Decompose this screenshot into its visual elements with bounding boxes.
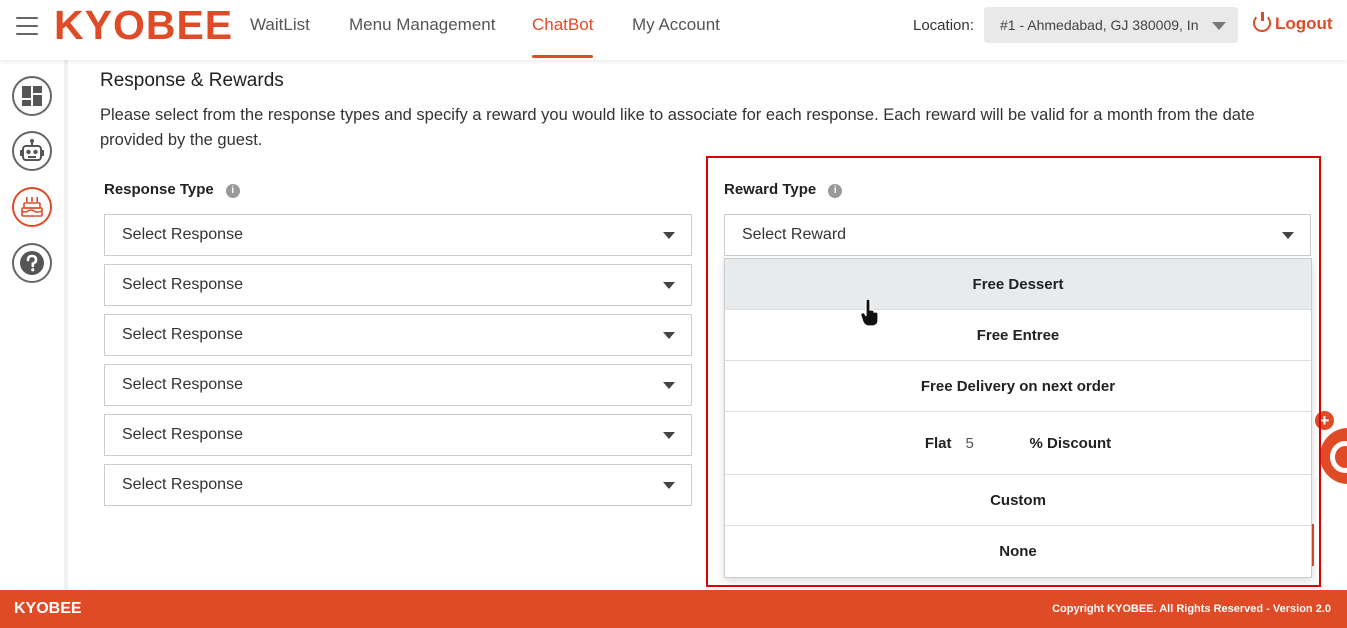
plus-icon[interactable]: + bbox=[1315, 411, 1334, 430]
location-value: #1 - Ahmedabad, GJ 380009, In bbox=[1000, 17, 1199, 33]
caret-down-icon bbox=[663, 332, 675, 339]
footer-copyright: Copyright KYOBEE. All Rights Reserved - … bbox=[1052, 603, 1331, 615]
caret-down-icon bbox=[663, 482, 675, 489]
chevron-down-icon bbox=[1212, 22, 1226, 30]
sidebar bbox=[0, 60, 68, 590]
reward-option-none[interactable]: None bbox=[725, 526, 1311, 577]
sidebar-item-dashboard[interactable] bbox=[12, 76, 52, 116]
reward-type-label: Reward Type bbox=[724, 181, 817, 198]
nav-label: WaitList bbox=[250, 15, 310, 34]
reward-select[interactable]: Select Reward bbox=[724, 214, 1311, 256]
hamburger-menu-icon[interactable] bbox=[16, 17, 38, 35]
logout-label: Logout bbox=[1275, 14, 1333, 33]
help-icon bbox=[20, 251, 44, 275]
footer: KYOBEE Copyright KYOBEE. All Rights Rese… bbox=[0, 590, 1347, 628]
nav-chatbot[interactable]: ChatBot bbox=[522, 0, 603, 60]
reward-option-flat-discount[interactable]: Flat 5% Discount bbox=[725, 412, 1311, 475]
location-label: Location: bbox=[913, 17, 974, 34]
reward-option-free-delivery[interactable]: Free Delivery on next order bbox=[725, 361, 1311, 412]
response-select-5[interactable]: Select Response bbox=[104, 414, 692, 456]
nav-label: Menu Management bbox=[349, 15, 496, 34]
select-value: Select Response bbox=[122, 476, 243, 493]
sidebar-item-chatbot[interactable] bbox=[12, 131, 52, 171]
select-value: Select Response bbox=[122, 426, 243, 443]
page-description: Please select from the response types an… bbox=[100, 106, 1255, 149]
caret-down-icon bbox=[663, 432, 675, 439]
info-icon[interactable]: i bbox=[828, 184, 843, 198]
caret-down-icon bbox=[663, 282, 675, 289]
reward-option-custom[interactable]: Custom bbox=[725, 475, 1311, 526]
brand-logo[interactable]: KYOBEE bbox=[54, 2, 233, 49]
caret-down-icon bbox=[1282, 232, 1294, 239]
select-value: Select Response bbox=[122, 376, 243, 393]
power-icon bbox=[1253, 11, 1271, 32]
nav-label: My Account bbox=[632, 15, 720, 34]
caret-down-icon bbox=[663, 382, 675, 389]
caret-down-icon bbox=[663, 232, 675, 239]
select-value: Select Response bbox=[122, 226, 243, 243]
hand-cursor-icon bbox=[860, 299, 879, 327]
info-icon[interactable]: i bbox=[225, 184, 240, 198]
chat-bubble-icon[interactable] bbox=[1320, 428, 1347, 484]
logout-button[interactable]: Logout bbox=[1253, 11, 1333, 34]
top-bar: KYOBEE WaitList Menu Management ChatBot … bbox=[0, 0, 1347, 60]
flat-prefix: Flat bbox=[924, 435, 952, 452]
response-select-2[interactable]: Select Response bbox=[104, 264, 692, 306]
flat-suffix: % Discount bbox=[1029, 435, 1112, 452]
active-tab-underline bbox=[532, 55, 594, 58]
nav-menu-management[interactable]: Menu Management bbox=[339, 0, 505, 60]
response-type-heading: Response Type i bbox=[104, 181, 240, 198]
nav-my-account[interactable]: My Account bbox=[622, 0, 730, 60]
dashboard-icon bbox=[22, 86, 42, 106]
select-value: Select Response bbox=[122, 326, 243, 343]
reward-type-heading: Reward Type i bbox=[724, 181, 843, 198]
robot-icon bbox=[20, 139, 44, 161]
sidebar-item-rewards[interactable] bbox=[12, 187, 52, 227]
footer-brand: KYOBEE bbox=[14, 600, 82, 617]
location-select[interactable]: #1 - Ahmedabad, GJ 380009, In bbox=[984, 7, 1238, 43]
select-value: Select Reward bbox=[742, 226, 847, 243]
select-value: Select Response bbox=[122, 276, 243, 293]
page-title: Response & Rewards bbox=[100, 70, 284, 91]
response-select-6[interactable]: Select Response bbox=[104, 464, 692, 506]
reward-dropdown-menu: Free Dessert Free Entree Free Delivery o… bbox=[724, 258, 1312, 578]
nav-label: ChatBot bbox=[532, 15, 594, 34]
response-select-3[interactable]: Select Response bbox=[104, 314, 692, 356]
cake-icon bbox=[21, 197, 43, 217]
response-select-1[interactable]: Select Response bbox=[104, 214, 692, 256]
reward-option-free-entree[interactable]: Free Entree bbox=[725, 310, 1311, 361]
sidebar-item-help[interactable] bbox=[12, 243, 52, 283]
response-type-label: Response Type bbox=[104, 181, 214, 198]
discount-percent-input[interactable]: 5 bbox=[965, 412, 1025, 475]
reward-option-free-dessert[interactable]: Free Dessert bbox=[725, 259, 1311, 310]
nav-waitlist[interactable]: WaitList bbox=[240, 0, 320, 60]
response-select-4[interactable]: Select Response bbox=[104, 364, 692, 406]
